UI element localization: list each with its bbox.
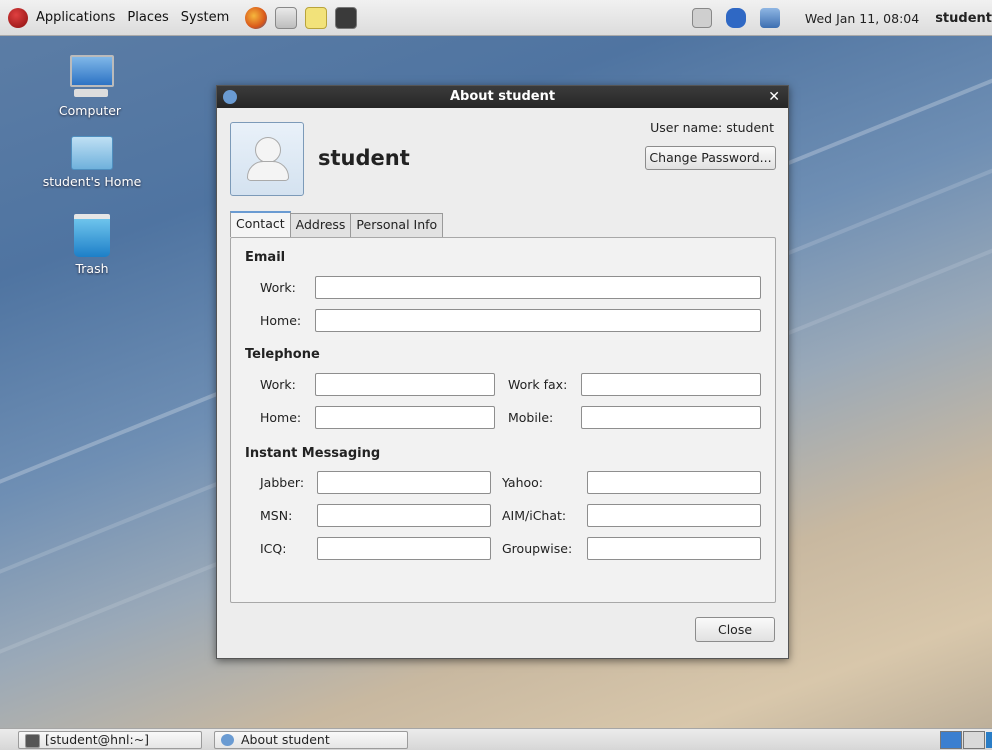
tab-personal-info[interactable]: Personal Info	[350, 213, 444, 237]
user-silhouette-icon	[255, 137, 281, 163]
trash-icon	[74, 214, 110, 257]
taskbar-item-label: [student@hnl:~]	[45, 732, 150, 747]
terminal-icon	[25, 734, 40, 748]
change-password-button[interactable]: Change Password...	[645, 146, 776, 170]
email-home-input[interactable]	[315, 309, 761, 332]
user-menu[interactable]: student	[935, 11, 992, 26]
label-tel-work: Work:	[260, 377, 296, 392]
system-tray: Wed Jan 11, 08:04 student	[685, 0, 992, 36]
bottom-panel: [student@hnl:~] About student	[0, 728, 992, 750]
trash-applet-icon[interactable]	[986, 732, 992, 748]
firefox-icon[interactable]	[245, 6, 268, 29]
desktop-icon-label: student's Home	[42, 174, 142, 189]
distro-logo-icon[interactable]	[8, 7, 28, 28]
jabber-input[interactable]	[317, 471, 491, 494]
tel-work-fax-input[interactable]	[581, 373, 761, 396]
workspace-1[interactable]	[940, 731, 962, 749]
dialog-title: About student	[449, 89, 556, 104]
workspace-2[interactable]	[963, 731, 985, 749]
aim-input[interactable]	[587, 504, 761, 527]
icq-input[interactable]	[317, 537, 491, 560]
label-tel-home: Home:	[260, 410, 302, 425]
tab-contact[interactable]: Contact	[230, 211, 291, 237]
desktop-icon-home[interactable]: student's Home	[37, 136, 147, 189]
username-label: User name: student	[650, 120, 774, 135]
email-work-input[interactable]	[315, 276, 761, 299]
menu-bar: Applications Places System	[0, 0, 361, 35]
about-dialog: About student ✕ student User name: stude…	[216, 85, 789, 659]
yahoo-input[interactable]	[587, 471, 761, 494]
desktop-icon-label: Trash	[75, 261, 109, 276]
section-email: Email	[245, 250, 286, 265]
menu-system[interactable]: System	[175, 10, 235, 25]
top-panel: Applications Places System Wed Jan 11, 0…	[0, 0, 992, 36]
label-tel-work-fax: Work fax:	[508, 377, 568, 392]
taskbar-item-label: About student	[241, 732, 330, 747]
avatar-button[interactable]	[230, 122, 304, 196]
label-yahoo: Yahoo:	[502, 475, 544, 490]
label-aim: AIM/iChat:	[502, 508, 567, 523]
volume-icon[interactable]	[691, 8, 712, 28]
label-msn: MSN:	[260, 508, 293, 523]
clock[interactable]: Wed Jan 11, 08:04	[805, 11, 919, 26]
contact-panel: Email Work: Home: Telephone Work: Work f…	[230, 237, 776, 603]
tel-work-input[interactable]	[315, 373, 495, 396]
desktop-icon-trash[interactable]: Trash	[37, 214, 147, 276]
section-telephone: Telephone	[245, 347, 320, 362]
label-tel-mobile: Mobile:	[508, 410, 554, 425]
home-folder-icon	[71, 136, 113, 170]
tab-address[interactable]: Address	[289, 213, 352, 237]
display-name: student	[318, 146, 410, 170]
bluetooth-icon[interactable]	[725, 8, 746, 28]
taskbar-item-about[interactable]: About student	[214, 731, 408, 749]
menu-applications[interactable]: Applications	[30, 10, 121, 25]
close-icon[interactable]: ✕	[768, 86, 780, 108]
label-email-home: Home:	[260, 313, 302, 328]
taskbar-item-terminal[interactable]: [student@hnl:~]	[18, 731, 202, 749]
info-icon	[221, 734, 234, 746]
mail-icon[interactable]	[275, 6, 298, 29]
notes-icon[interactable]	[305, 6, 328, 29]
label-jabber: Jabber:	[260, 475, 305, 490]
label-icq: ICQ:	[260, 541, 287, 556]
tel-mobile-input[interactable]	[581, 406, 761, 429]
user-silhouette-body	[247, 161, 289, 181]
network-icon[interactable]	[759, 8, 780, 28]
groupwise-input[interactable]	[587, 537, 761, 560]
info-icon	[223, 90, 237, 104]
dialog-titlebar[interactable]: About student ✕	[217, 86, 788, 108]
menu-places[interactable]: Places	[121, 10, 174, 25]
tab-bar: Contact Address Personal Info	[230, 211, 444, 237]
computer-icon	[68, 55, 114, 99]
close-button[interactable]: Close	[695, 617, 775, 642]
desktop-icon-computer[interactable]: Computer	[35, 55, 145, 118]
tel-home-input[interactable]	[315, 406, 495, 429]
label-email-work: Work:	[260, 280, 296, 295]
label-groupwise: Groupwise:	[502, 541, 573, 556]
section-instant-messaging: Instant Messaging	[245, 446, 381, 461]
terminal-icon[interactable]	[335, 6, 358, 29]
msn-input[interactable]	[317, 504, 491, 527]
desktop-icon-label: Computer	[58, 103, 122, 118]
